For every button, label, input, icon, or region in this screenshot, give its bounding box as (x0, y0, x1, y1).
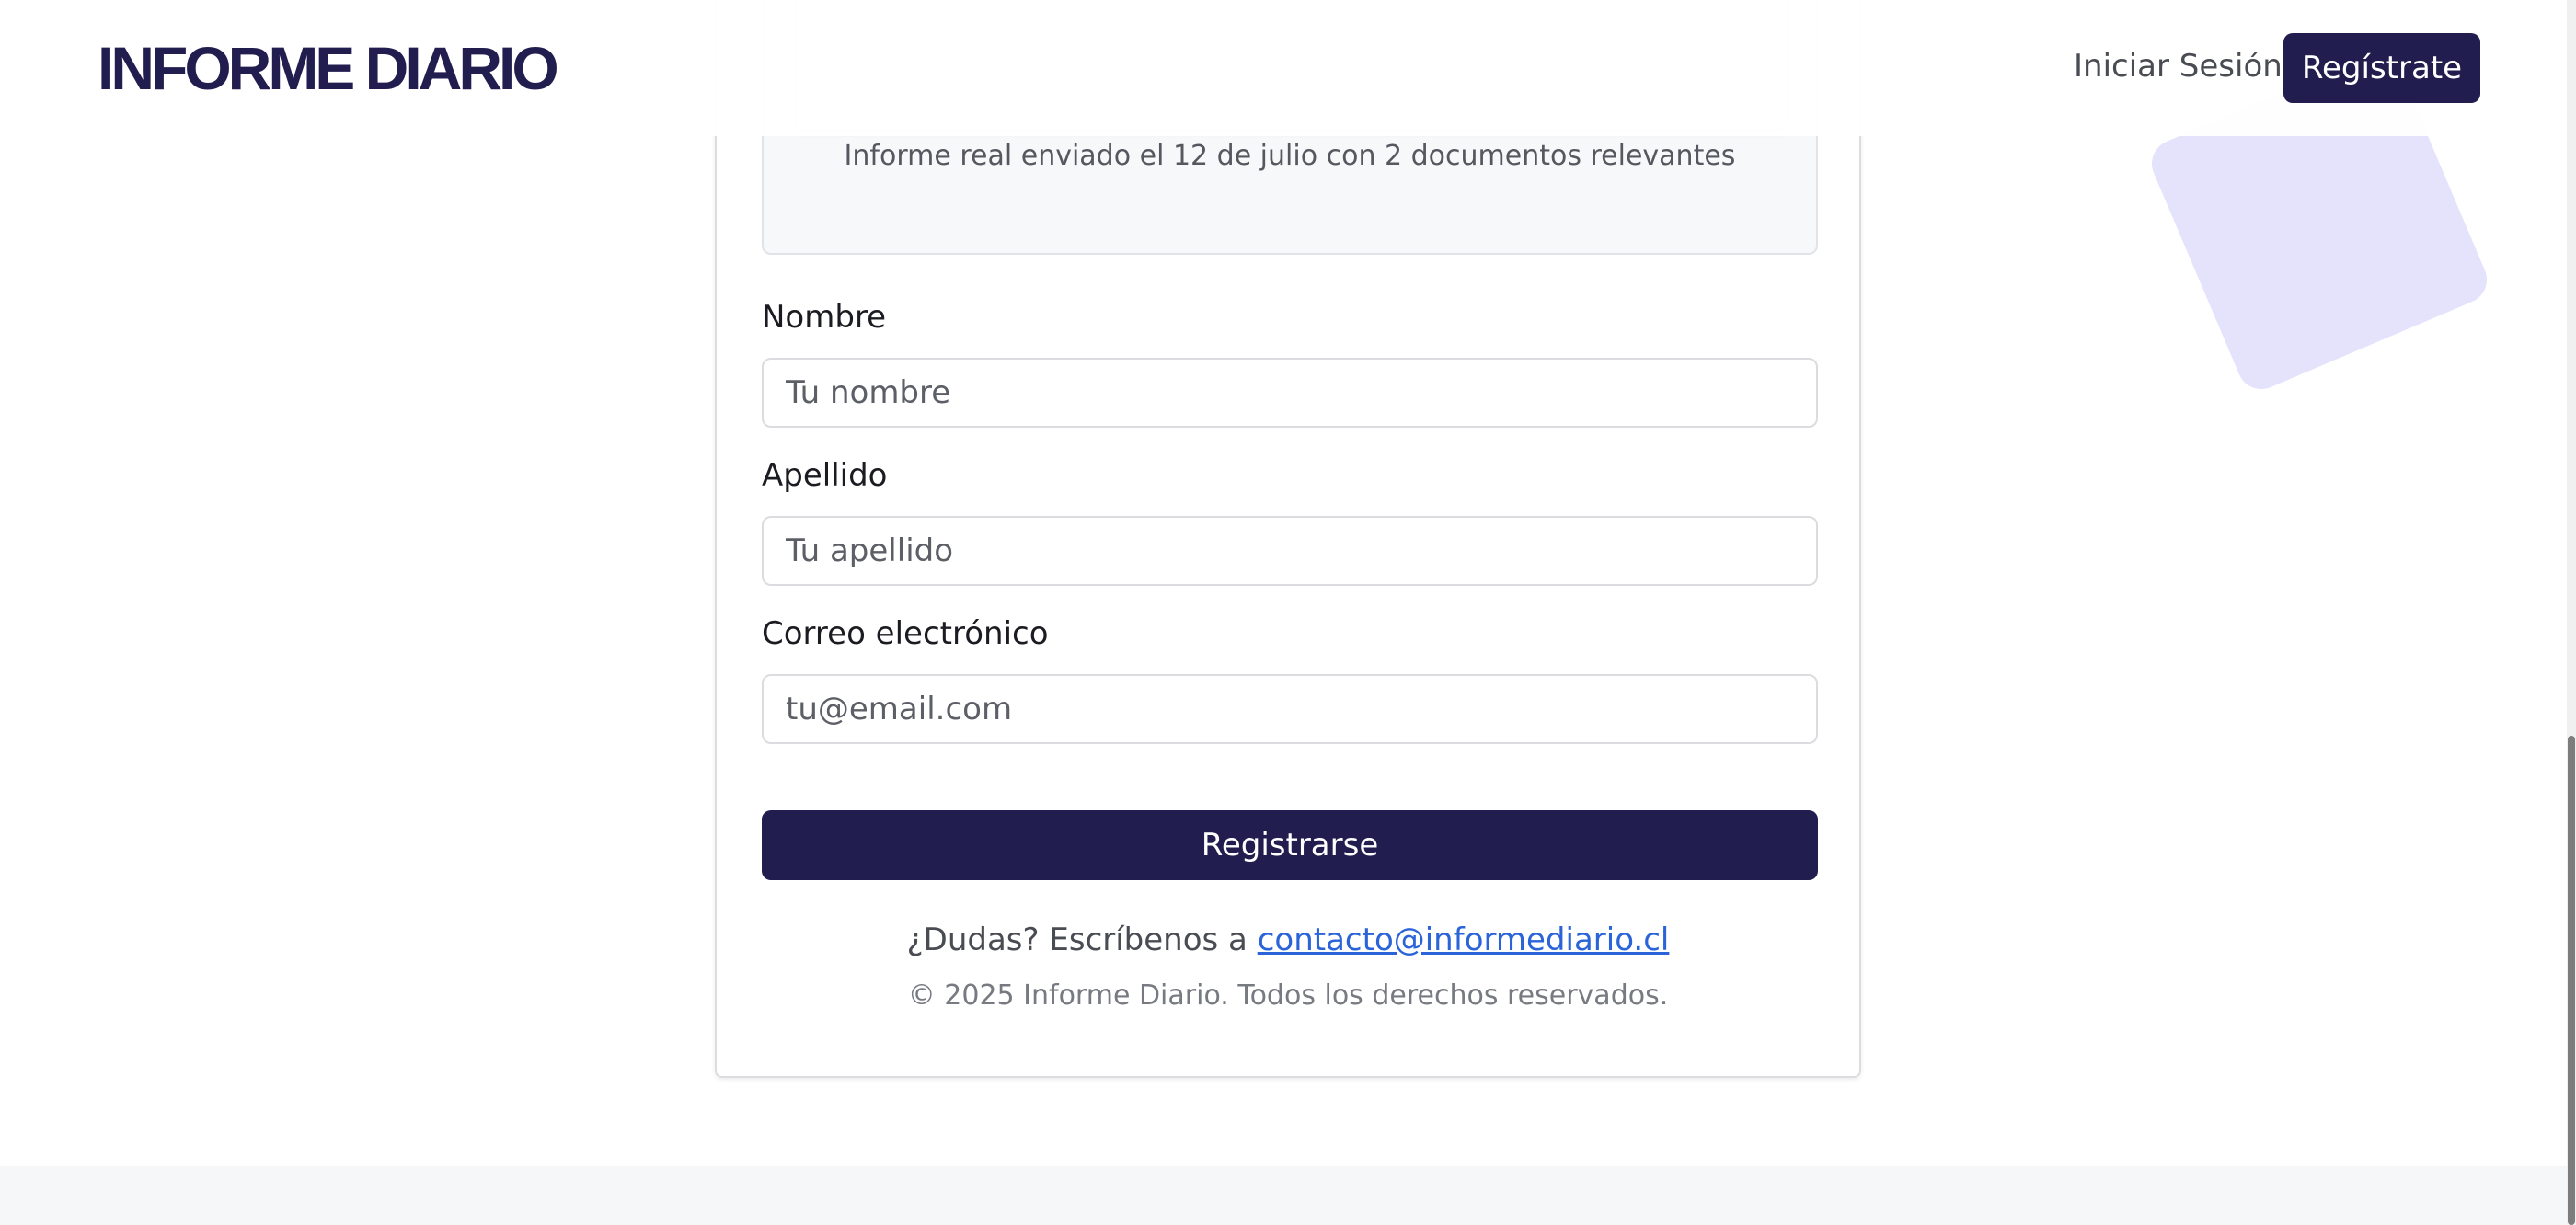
top-header: INFORME DIARIO Iniciar Sesión Regístrate (0, 0, 2567, 136)
register-button[interactable]: Regístrate (2283, 33, 2480, 103)
first-name-label: Nombre (762, 299, 887, 336)
copyright-text: © 2025 Informe Diario. Todos los derecho… (907, 979, 1669, 1012)
contact-line: ¿Dudas? Escríbenos a contacto@informedia… (717, 922, 1859, 958)
page-scrollbar[interactable] (2567, 0, 2576, 1225)
scrollbar-thumb[interactable] (2568, 736, 2575, 1225)
email-label: Correo electrónico (762, 615, 1049, 652)
email-input[interactable] (762, 674, 1818, 744)
login-link[interactable]: Iniciar Sesión (2074, 48, 2283, 85)
report-preview-caption: Informe real enviado el 12 de julio con … (844, 140, 1736, 172)
contact-prefix: ¿Dudas? Escríbenos a (906, 922, 1258, 958)
last-name-input[interactable] (762, 516, 1818, 586)
register-submit-button[interactable]: Registrarse (762, 810, 1818, 880)
last-name-label: Apellido (762, 457, 888, 494)
signup-card: Informe real enviado el 12 de julio con … (715, 0, 1861, 1078)
first-name-input[interactable] (762, 358, 1818, 428)
contact-email-link[interactable]: contacto@informediario.cl (1258, 922, 1670, 958)
site-logo[interactable]: INFORME DIARIO (98, 33, 559, 103)
page-footer (0, 1166, 2567, 1225)
